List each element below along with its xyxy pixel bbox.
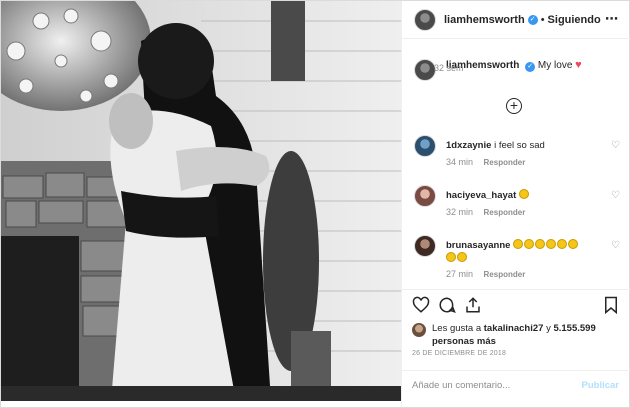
caption-timestamp[interactable]: 32 sem xyxy=(434,63,464,73)
crying-emoji-icon xyxy=(446,252,456,262)
post-actions: Les gusta a takalinachi27 y 5.155.599 pe… xyxy=(402,289,630,407)
header-separator: • xyxy=(540,13,545,26)
avatar[interactable] xyxy=(414,235,436,257)
smiling-emoji-icon xyxy=(518,189,529,199)
comment-like-heart-icon[interactable]: ♡ xyxy=(611,140,620,151)
likes-count[interactable]: 5.155.599 xyxy=(553,323,595,334)
publish-button[interactable]: Publicar xyxy=(582,380,620,391)
reply-button[interactable]: Responder xyxy=(484,270,526,279)
liker-avatar[interactable] xyxy=(412,323,426,337)
comment-like-heart-icon[interactable]: ♡ xyxy=(611,240,620,251)
post-side-panel: liamhemsworth ✓ • Siguiendo ⋯ liamhemswo… xyxy=(401,1,630,407)
like-heart-icon[interactable] xyxy=(412,296,430,314)
avatar[interactable] xyxy=(414,135,436,157)
save-bookmark-icon[interactable] xyxy=(602,296,620,315)
comment-meta: 34 min Responder xyxy=(446,157,525,167)
load-more-comments-button[interactable]: + xyxy=(506,98,522,114)
verified-badge-icon: ✓ xyxy=(527,14,538,25)
avatar[interactable] xyxy=(414,59,436,81)
comment-username[interactable]: 1dxzaynie xyxy=(446,140,491,151)
comment-input[interactable]: Añade un comentario... xyxy=(412,380,510,391)
instagram-post: liamhemsworth ✓ • Siguiendo ⋯ liamhemswo… xyxy=(0,0,630,408)
crying-emoji-icon xyxy=(557,239,568,249)
likes-summary: Les gusta a takalinachi27 y 5.155.599 pe… xyxy=(412,322,622,348)
crying-emoji-icon xyxy=(568,239,579,249)
reply-button[interactable]: Responder xyxy=(484,158,526,167)
caption-text: My love xyxy=(537,60,573,71)
photo-couple-embracing xyxy=(1,1,401,401)
crying-emoji-icon xyxy=(513,239,524,249)
verified-badge-icon: ✓ xyxy=(525,62,536,72)
likes-prefix: Les gusta a xyxy=(432,323,482,334)
header-username[interactable]: liamhemsworth xyxy=(444,14,525,26)
share-icon[interactable] xyxy=(464,296,482,314)
crying-emoji-icon xyxy=(535,239,546,249)
liker-username[interactable]: takalinachi27 xyxy=(484,323,544,334)
avatar[interactable] xyxy=(414,8,436,31)
comment-username[interactable]: brunasayanne xyxy=(446,240,510,251)
comment-time[interactable]: 27 min xyxy=(446,269,473,279)
comments-list[interactable]: liamhemsworth ✓ My love ♥ 32 sem + 1dxza… xyxy=(402,39,630,289)
comment-time[interactable]: 32 min xyxy=(446,207,473,217)
crying-emoji-icon xyxy=(546,239,557,249)
following-button[interactable]: Siguiendo xyxy=(548,14,601,26)
avatar[interactable] xyxy=(414,185,436,207)
post-photo[interactable] xyxy=(1,1,401,401)
comment-time[interactable]: 34 min xyxy=(446,157,473,167)
more-options-icon[interactable]: ⋯ xyxy=(605,11,619,27)
crying-emoji-icon xyxy=(457,252,467,262)
comment-meta: 32 min Responder xyxy=(446,207,525,217)
add-comment-bar: Añade un comentario... Publicar xyxy=(402,370,630,398)
crying-emoji-icon xyxy=(524,239,535,249)
comment-bubble-icon[interactable] xyxy=(438,296,456,314)
likes-suffix: y xyxy=(546,323,551,334)
comment-username[interactable]: haciyeva_hayat xyxy=(446,190,516,201)
comment-meta: 27 min Responder xyxy=(446,269,525,279)
comment-text: i feel so sad xyxy=(494,140,545,151)
comment-like-heart-icon[interactable]: ♡ xyxy=(611,190,620,201)
post-date[interactable]: 26 DE DICIEMBRE DE 2018 xyxy=(412,350,506,357)
heart-emoji-icon: ♥ xyxy=(575,59,582,71)
post-header: liamhemsworth ✓ • Siguiendo ⋯ xyxy=(402,1,630,39)
likes-count-suffix[interactable]: personas más xyxy=(432,336,496,347)
reply-button[interactable]: Responder xyxy=(484,208,526,217)
